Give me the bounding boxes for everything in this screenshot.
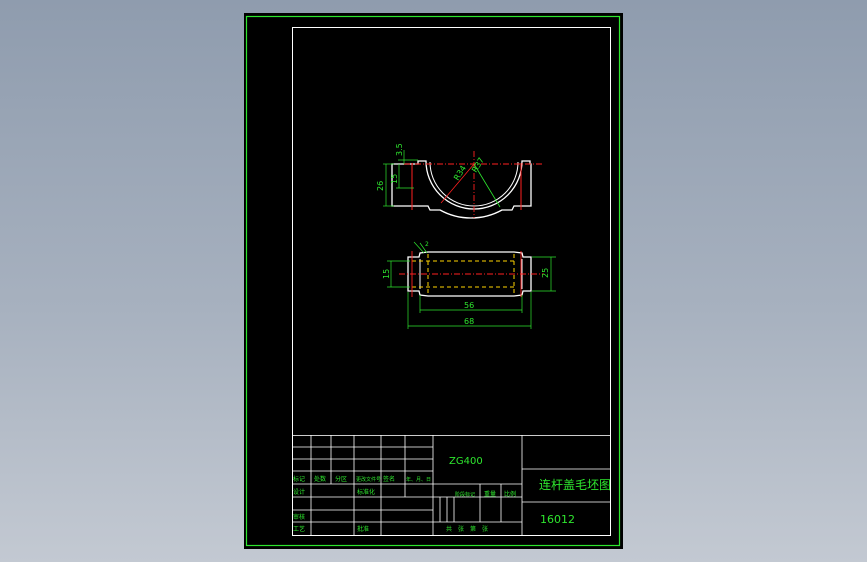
tb-stage: 阶段标记 — [455, 491, 475, 498]
tb-mark: 标记 — [293, 475, 305, 483]
dim-chamfer: 2 — [425, 241, 429, 248]
tb-change-doc: 更改文件号 — [356, 476, 381, 483]
tb-standardize: 标准化 — [357, 488, 375, 496]
dim-56: 56 — [464, 301, 474, 310]
tb-design: 设计 — [293, 488, 305, 496]
dim-r34: R34 — [452, 164, 468, 182]
top-view: 15 25 2 56 68 — [382, 241, 556, 329]
tb-weight: 重量 — [484, 490, 496, 498]
tb-approve: 批准 — [357, 525, 369, 533]
dim-68: 68 — [464, 317, 474, 326]
tb-sign: 签名 — [383, 475, 395, 483]
dim-3-5: 3.5 — [395, 143, 404, 156]
drawing-title: 连杆盖毛坯图 — [539, 477, 611, 492]
tb-scale: 比例 — [504, 490, 516, 498]
dim-15-top: 15 — [382, 269, 391, 279]
cad-drawing: 26 15 3.5 R34 R37 15 25 2 56 68 标记 处数 分区… — [245, 15, 621, 547]
front-view: 26 15 3.5 R34 R37 — [376, 143, 544, 219]
tb-process: 工艺 — [293, 525, 305, 533]
tb-review: 审核 — [293, 513, 305, 521]
dim-26: 26 — [376, 181, 385, 191]
tb-sheets: 共 张 第 张 — [446, 525, 488, 533]
material-label: ZG400 — [449, 456, 483, 467]
dim-25: 25 — [541, 268, 550, 278]
tb-date: 年、月、日 — [406, 476, 431, 483]
tb-count: 处数 — [314, 475, 326, 483]
title-block-text: 标记 处数 分区 更改文件号 签名 年、月、日 设计 标准化 阶段标记 重量 比… — [293, 456, 611, 533]
tb-zone: 分区 — [335, 475, 347, 483]
dim-r37: R37 — [470, 156, 486, 174]
drawing-number: 16012 — [540, 513, 575, 526]
drawing-sheet: 26 15 3.5 R34 R37 15 25 2 56 68 标记 处数 分区… — [244, 13, 623, 549]
dim-15-front: 15 — [390, 174, 399, 184]
